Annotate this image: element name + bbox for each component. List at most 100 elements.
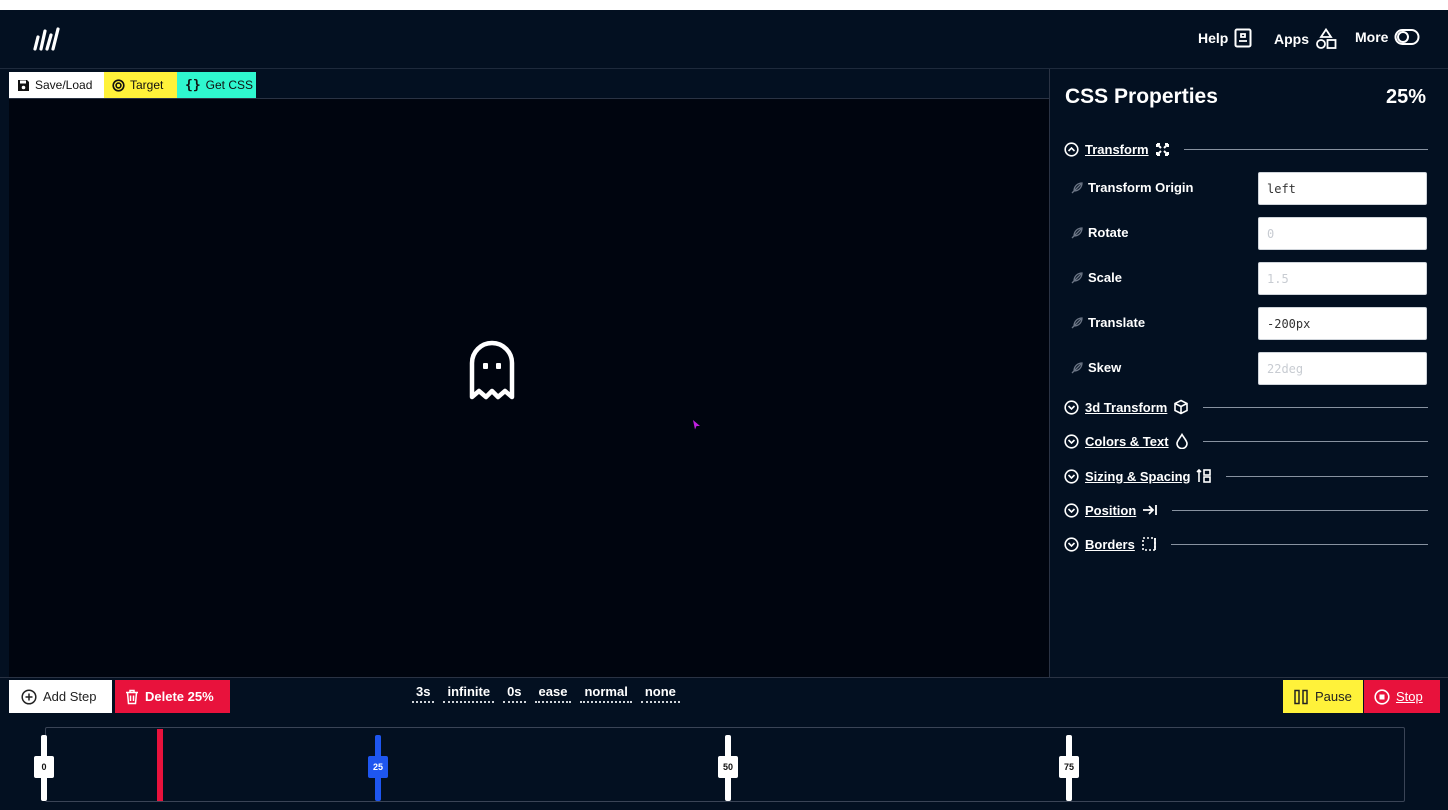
get-css-button[interactable]: {} Get CSS	[177, 72, 256, 98]
prop-row-translate: Translate	[1070, 307, 1428, 341]
shapes-icon	[1316, 28, 1337, 49]
section-sizing-spacing-label: Sizing & Spacing	[1085, 468, 1191, 484]
help-label: Help	[1198, 30, 1229, 46]
trash-icon	[126, 689, 138, 704]
save-load-label: Save/Load	[35, 78, 93, 92]
step-label: 75	[1059, 756, 1079, 778]
ghost-icon	[469, 340, 515, 400]
feather-icon	[1071, 181, 1083, 193]
sizing-icon	[1196, 468, 1212, 483]
prop-row-skew: Skew	[1070, 352, 1428, 386]
prop-label-skew: Skew	[1070, 360, 1121, 375]
section-sizing-spacing[interactable]: Sizing & Spacing	[1064, 466, 1428, 486]
section-divider	[1172, 509, 1428, 511]
translate-input[interactable]	[1258, 307, 1427, 340]
animation-settings: 3s infinite 0s ease normal none	[412, 684, 680, 703]
feather-icon	[1071, 226, 1083, 238]
cube-icon	[1174, 399, 1189, 415]
stop-label: Stop	[1396, 689, 1423, 704]
bottom-bar: Add Step Delete 25% 3s infinite 0s ease …	[0, 677, 1448, 713]
apps-link[interactable]: Apps	[1274, 28, 1337, 50]
stop-button[interactable]: Stop	[1364, 680, 1440, 713]
prop-row-rotate: Rotate	[1070, 217, 1428, 251]
more-link[interactable]: More	[1355, 28, 1420, 46]
scale-input[interactable]	[1258, 262, 1427, 295]
pause-label: Pause	[1315, 689, 1352, 704]
add-step-label: Add Step	[43, 689, 97, 704]
chevron-down-circle-icon	[1064, 468, 1079, 484]
timeline-step-0[interactable]: 0	[34, 735, 54, 801]
braces-icon: {}	[185, 77, 201, 93]
stage-toolbar: Save/Load Target {} Get CSS	[9, 72, 256, 98]
stop-circle-icon	[1374, 688, 1390, 705]
timing-function-setting[interactable]: ease	[534, 684, 572, 703]
save-load-button[interactable]: Save/Load	[9, 72, 104, 98]
section-3d-transform-label: 3d Transform	[1085, 399, 1168, 415]
delay-setting[interactable]: 0s	[503, 684, 526, 703]
section-position-label: Position	[1085, 502, 1137, 518]
chevron-up-circle-icon	[1064, 141, 1079, 157]
get-css-label: Get CSS	[205, 78, 254, 92]
prop-label-text: Skew	[1088, 360, 1122, 375]
fill-mode-setting[interactable]: none	[640, 684, 680, 703]
section-borders-label: Borders	[1085, 536, 1135, 552]
prop-label-text: Translate	[1088, 315, 1146, 330]
prop-row-transform-origin: Transform Origin	[1070, 172, 1428, 206]
section-3d-transform[interactable]: 3d Transform	[1064, 397, 1428, 417]
duration-setting[interactable]: 3s	[412, 684, 435, 703]
iteration-count-setting[interactable]: infinite	[443, 684, 495, 703]
step-label: 50	[718, 756, 738, 778]
target-button[interactable]: Target	[104, 72, 177, 98]
section-divider	[1203, 406, 1428, 408]
droplet-icon	[1175, 433, 1188, 449]
plus-circle-icon	[21, 688, 37, 705]
timeline-step-75[interactable]: 75	[1059, 735, 1079, 801]
apps-label: Apps	[1274, 31, 1309, 47]
help-link[interactable]: Help	[1198, 28, 1252, 48]
prop-label-text: Rotate	[1088, 225, 1129, 240]
pause-icon	[1294, 689, 1308, 704]
chevron-down-circle-icon	[1064, 433, 1079, 449]
floppy-disk-icon	[18, 79, 29, 91]
target-icon	[112, 78, 125, 92]
step-label: 25	[368, 756, 388, 778]
section-transform[interactable]: Transform	[1064, 139, 1428, 159]
section-colors-text-label: Colors & Text	[1085, 433, 1169, 449]
section-position[interactable]: Position	[1064, 500, 1428, 520]
section-colors-text[interactable]: Colors & Text	[1064, 431, 1428, 451]
border-style-icon	[1142, 537, 1156, 551]
section-divider	[1183, 148, 1428, 150]
skew-input[interactable]	[1258, 352, 1427, 385]
timeline-step-50[interactable]: 50	[718, 735, 738, 801]
pause-button[interactable]: Pause	[1283, 680, 1363, 713]
arrow-right-to-line-icon	[1143, 505, 1158, 515]
chevron-down-circle-icon	[1064, 536, 1079, 552]
delete-step-button[interactable]: Delete 25%	[115, 680, 230, 713]
panel-title: CSS Properties	[1065, 85, 1218, 108]
add-step-button[interactable]: Add Step	[9, 680, 112, 713]
app-window: Help Apps More Save/Load Target {} Get C…	[0, 10, 1448, 810]
rotate-input[interactable]	[1258, 217, 1427, 250]
step-label: 0	[34, 756, 54, 778]
prop-label-translate: Translate	[1070, 315, 1145, 330]
chevron-down-circle-icon	[1064, 502, 1079, 518]
chevron-down-circle-icon	[1064, 399, 1079, 415]
direction-setting[interactable]: normal	[580, 684, 632, 703]
animation-stage[interactable]	[9, 99, 1049, 677]
timeline-playhead	[157, 729, 163, 801]
target-label: Target	[130, 78, 164, 92]
more-label: More	[1355, 29, 1389, 45]
feather-icon	[1071, 271, 1083, 283]
section-borders[interactable]: Borders	[1064, 534, 1428, 554]
section-divider	[1226, 475, 1428, 477]
section-divider	[1202, 440, 1428, 442]
expand-arrows-icon	[1155, 142, 1169, 156]
prop-label-text: Transform Origin	[1088, 180, 1194, 195]
delete-step-label: Delete 25%	[145, 689, 214, 704]
prop-label-transform-origin: Transform Origin	[1070, 180, 1193, 195]
section-transform-label: Transform	[1085, 141, 1149, 157]
app-logo-icon[interactable]	[32, 27, 62, 53]
transform-origin-input[interactable]	[1258, 172, 1427, 205]
mouse-cursor-icon	[693, 420, 700, 430]
timeline-step-25[interactable]: 25	[368, 735, 388, 801]
